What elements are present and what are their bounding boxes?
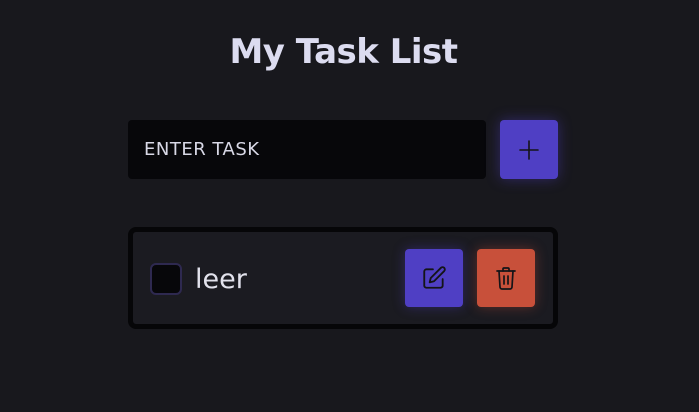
page-title: My Task List [229,32,458,72]
task-text: leer [195,264,247,295]
task-complete-checkbox[interactable] [150,263,182,295]
add-task-button[interactable] [500,120,558,179]
task-app: My Task List leer [0,0,699,412]
task-item: leer [128,227,558,329]
plus-icon [517,138,541,162]
pencil-icon [421,265,447,291]
delete-task-button[interactable] [477,249,535,307]
trash-icon [494,265,518,291]
edit-task-button[interactable] [405,249,463,307]
task-input[interactable] [128,120,486,179]
